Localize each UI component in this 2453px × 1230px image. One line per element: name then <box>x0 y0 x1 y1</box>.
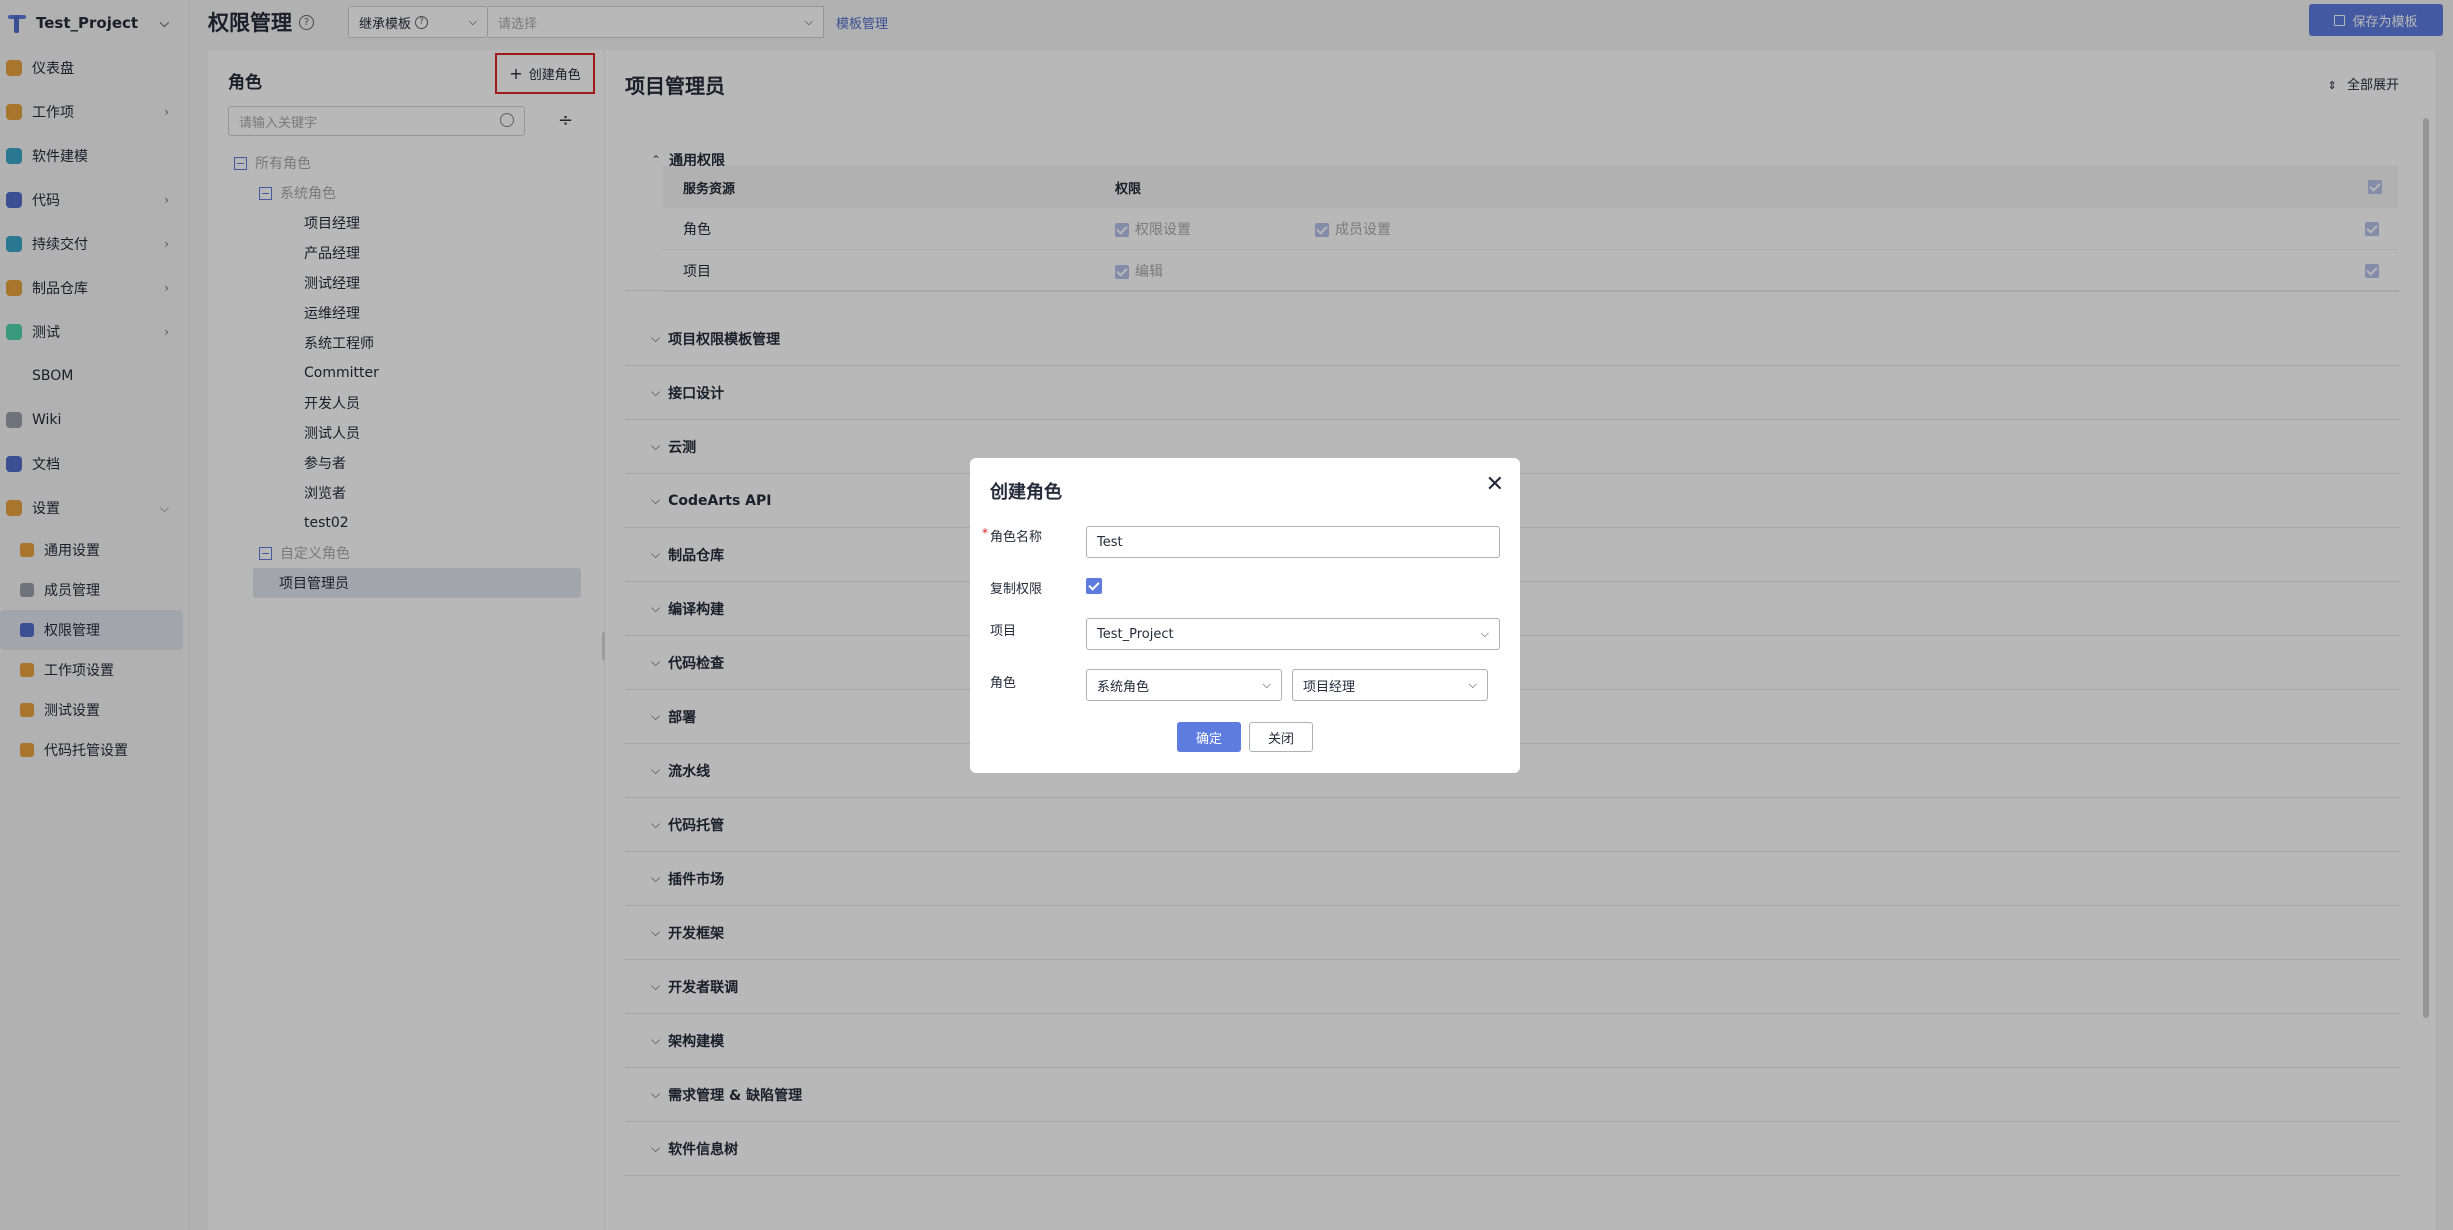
role-type-select[interactable]: 系统角色 ⌵ <box>1086 669 1282 701</box>
close-icon[interactable]: ✕ <box>1486 472 1504 497</box>
select-value: 系统角色 <box>1097 679 1150 695</box>
required-mark: * <box>982 526 988 540</box>
role-select[interactable]: 项目经理 ⌵ <box>1292 669 1488 701</box>
role-name-input[interactable]: Test <box>1086 526 1500 558</box>
confirm-button[interactable]: 确定 <box>1177 722 1241 752</box>
chevron-down-icon: ⌵ <box>1262 678 1271 691</box>
project-label: 项目 <box>990 624 1017 639</box>
role-label: 角色 <box>990 676 1017 691</box>
create-role-dialog: 创建角色 ✕ * 角色名称 Test 复制权限 项目 Test_Project … <box>970 458 1520 773</box>
project-select[interactable]: Test_Project ⌵ <box>1086 618 1500 650</box>
dialog-title: 创建角色 <box>990 482 1062 503</box>
input-value: Test <box>1097 534 1123 550</box>
role-name-label: * 角色名称 <box>982 526 1043 545</box>
chevron-down-icon: ⌵ <box>1480 627 1489 640</box>
select-value: Test_Project <box>1097 626 1174 642</box>
chevron-down-icon: ⌵ <box>1468 678 1477 691</box>
close-button[interactable]: 关闭 <box>1249 722 1313 752</box>
select-value: 项目经理 <box>1303 679 1356 695</box>
copy-permission-checkbox[interactable] <box>1086 578 1102 594</box>
copy-permission-label: 复制权限 <box>990 582 1043 597</box>
label-text: 角色名称 <box>990 530 1043 545</box>
